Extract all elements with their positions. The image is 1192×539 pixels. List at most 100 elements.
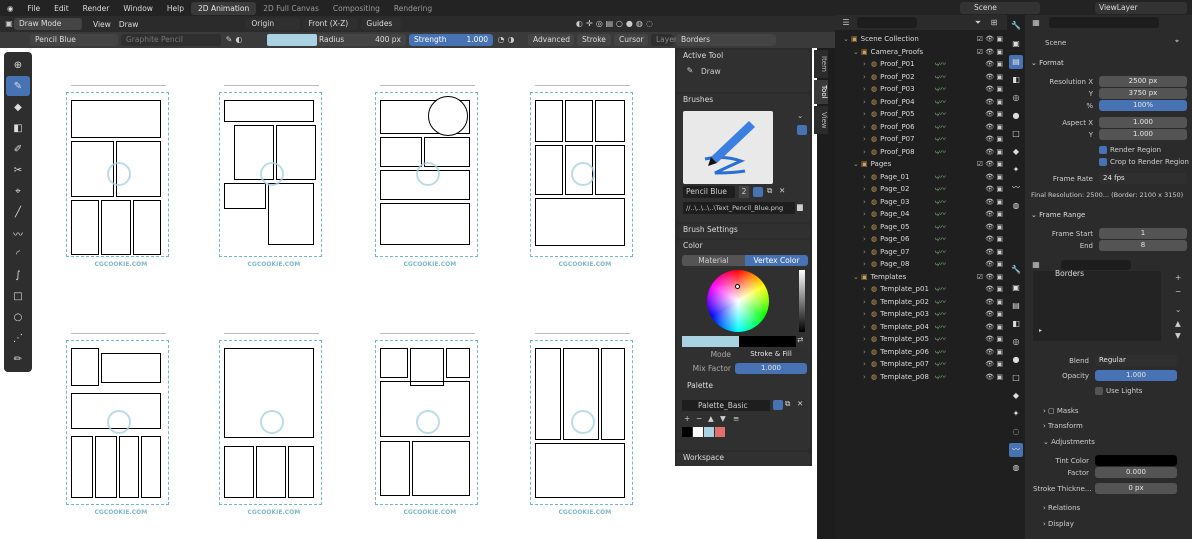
disclosure-icon[interactable]: › (863, 235, 871, 243)
box-tool-icon[interactable]: □ (6, 286, 30, 306)
disclosure-icon[interactable]: › (863, 85, 871, 93)
outliner-item[interactable]: › ◍ Template_p01 ⤷〰 👁 ▣ (835, 283, 1007, 296)
menu-edit[interactable]: Edit (47, 4, 76, 13)
visibility-toggles[interactable]: 👁 ▣ (985, 335, 1003, 343)
use-lights-checkbox[interactable]: Use Lights (1095, 387, 1142, 395)
aspect-y-field[interactable]: 1.000 (1099, 129, 1187, 140)
disclosure-icon[interactable]: › (863, 298, 871, 306)
disclosure-icon[interactable]: ⌄ (853, 273, 861, 281)
circle-tool-icon[interactable]: ○ (6, 307, 30, 327)
world-tab-icon[interactable]: ● (1009, 109, 1023, 123)
outliner-item[interactable]: › ◍ Proof_P07 ⤷〰 👁 ▣ (835, 133, 1007, 146)
outliner-item[interactable]: › ◍ Page_08 ⤷〰 👁 ▣ (835, 258, 1007, 271)
guides-toggle[interactable]: Guides (361, 18, 402, 30)
crop-region-checkbox[interactable]: Crop to Render Region (1099, 158, 1189, 166)
color-swatches[interactable] (682, 336, 796, 347)
visibility-toggles[interactable]: 👁 ▣ (985, 173, 1003, 181)
brush-texture-path[interactable]: //..\..\..\..\Text_Pencil_Blue.png (683, 202, 795, 214)
frame-range-panel-title[interactable]: ⌄ Frame Range (1031, 211, 1085, 219)
visibility-toggles[interactable]: 👁 ▣ (985, 348, 1003, 356)
origin-selector[interactable]: Origin (246, 18, 301, 30)
curve-tool-icon[interactable]: ∫ (6, 265, 30, 285)
erase-tool-icon[interactable]: ◧ (6, 118, 30, 138)
blender-logo-icon[interactable]: ◉ (0, 4, 21, 13)
disclosure-icon[interactable]: › (863, 335, 871, 343)
outliner-item[interactable]: › ◍ Page_02 ⤷〰 👁 ▣ (835, 183, 1007, 196)
palette-name-field[interactable]: Palette_Basic (682, 400, 770, 411)
duplicate-brush-icon[interactable]: ⧉ (767, 186, 772, 196)
outliner-item[interactable]: › ◍ Template_p08 ⤷〰 👁 ▣ (835, 371, 1007, 384)
eyedropper-tool-icon[interactable]: ⌖ (6, 181, 30, 201)
outliner-item[interactable]: › ◍ Template_p07 ⤷〰 👁 ▣ (835, 358, 1007, 371)
scene-tab-icon-2[interactable]: ◎ (1009, 335, 1023, 349)
visibility-toggles[interactable]: 👁 ▣ (985, 298, 1003, 306)
tab-tool[interactable]: Tool (814, 80, 828, 104)
visibility-toggles[interactable]: ☑ 👁 ▣ (977, 273, 1003, 281)
disclosure-icon[interactable]: › (863, 185, 871, 193)
polyline-tool-icon[interactable]: 〰 (6, 223, 30, 243)
view-menu[interactable]: View (93, 20, 111, 29)
disclosure-icon[interactable]: › (863, 123, 871, 131)
menu-window[interactable]: Window (116, 4, 160, 13)
visibility-icon[interactable]: ◐ (574, 19, 584, 29)
material-tab-icon[interactable]: ◍ (1009, 199, 1023, 213)
xray-icon[interactable]: ▤ (604, 19, 614, 29)
palette-move-down-icon[interactable]: ▼ (720, 414, 726, 423)
active-tool-title[interactable]: Active Tool (677, 50, 810, 62)
color-mode-icon[interactable]: ◐ (234, 35, 244, 45)
pressure-strength-icon[interactable]: ◑ (506, 35, 516, 45)
shading-render-icon[interactable]: ◌ (644, 19, 654, 29)
remove-brush-icon[interactable]: ✕ (779, 186, 785, 195)
visibility-toggles[interactable]: 👁 ▣ (985, 135, 1003, 143)
move-layer-up-icon[interactable]: ▲ (1175, 319, 1181, 328)
filter-icon[interactable]: ⏷ (973, 18, 983, 28)
move-layer-down-icon[interactable]: ▼ (1175, 331, 1181, 340)
outliner-item[interactable]: › ◍ Template_p04 ⤷〰 👁 ▣ (835, 321, 1007, 334)
list-resize-icon[interactable]: ▸ (1039, 327, 1042, 334)
layer-specials-icon[interactable]: ⌄ (1175, 305, 1181, 314)
visibility-toggles[interactable]: 👁 ▣ (985, 235, 1003, 243)
transform-panel[interactable]: › Transform (1043, 422, 1083, 430)
output-tab-icon[interactable]: ▤ (1009, 55, 1023, 69)
blend-dropdown[interactable]: Regular (1095, 355, 1177, 366)
outliner-item[interactable]: › ◍ Proof_P05 ⤷〰 👁 ▣ (835, 108, 1007, 121)
disclosure-icon[interactable]: › (863, 110, 871, 118)
disclosure-icon[interactable]: › (863, 210, 871, 218)
disclosure-icon[interactable]: › (863, 135, 871, 143)
visibility-toggles[interactable]: 👁 ▣ (985, 73, 1003, 81)
frame-rate-dropdown[interactable]: 24 fps (1099, 173, 1187, 184)
advanced-dropdown[interactable]: Advanced (528, 34, 574, 46)
properties-editor-icon[interactable]: ▦ (1031, 18, 1041, 28)
overlay-icon[interactable]: ◎ (594, 19, 604, 29)
view-layer-tab-icon-2[interactable]: ◧ (1009, 317, 1023, 331)
render-region-checkbox[interactable]: Render Region (1099, 146, 1161, 154)
render-tab-icon[interactable]: ▣ (1009, 37, 1023, 51)
palette-sort-icon[interactable]: ≡ (733, 414, 739, 423)
tab-item[interactable]: Item (814, 50, 828, 78)
palette-duplicate-icon[interactable]: ⧉ (785, 399, 790, 409)
disclosure-icon[interactable]: › (863, 285, 871, 293)
stroke-dropdown[interactable]: Stroke (577, 34, 611, 46)
disclosure-icon[interactable]: › (863, 310, 871, 318)
mode-dropdown[interactable]: Stroke & Fill (735, 349, 807, 360)
visibility-toggles[interactable]: ☑ 👁 ▣ (977, 35, 1003, 43)
outliner-scene-collection[interactable]: ⌄ ▣ Scene Collection ☑ 👁 ▣ (835, 33, 1007, 46)
palette-color[interactable] (715, 427, 725, 437)
disclosure-icon[interactable]: › (863, 173, 871, 181)
brush-settings-title[interactable]: Brush Settings (677, 224, 810, 236)
palette-title[interactable]: Palette (687, 381, 713, 390)
adjustments-panel[interactable]: ⌄ Adjustments (1043, 438, 1095, 446)
physics-tab-icon[interactable]: ◌ (1009, 425, 1023, 439)
tab-view[interactable]: View (814, 106, 828, 134)
disclosure-icon[interactable]: › (863, 73, 871, 81)
strength-field[interactable]: Strength 1.000 (409, 34, 493, 46)
visibility-toggles[interactable]: 👁 ▣ (985, 323, 1003, 331)
outliner-editor-icon[interactable]: ☰ (841, 18, 851, 28)
disclosure-icon[interactable]: ⌄ (853, 160, 861, 168)
current-color-swatch[interactable] (682, 336, 739, 347)
value-slider[interactable] (799, 270, 805, 332)
disclosure-icon[interactable]: › (863, 98, 871, 106)
outliner-item[interactable]: › ◍ Proof_P01 ⤷〰 👁 ▣ (835, 58, 1007, 71)
material-tab-icon-2[interactable]: ◍ (1009, 461, 1023, 475)
palette-add-icon[interactable]: + (684, 414, 690, 423)
